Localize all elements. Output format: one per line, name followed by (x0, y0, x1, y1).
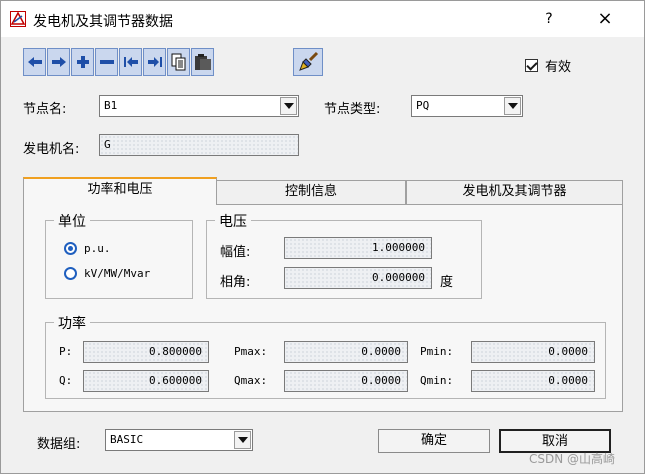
data-group-value: BASIC (110, 433, 144, 446)
node-type-label: 节点类型: (324, 102, 381, 117)
previous-record-button[interactable] (23, 48, 46, 76)
radio-selected-icon (64, 242, 77, 255)
power-group: 功率 P: 0.800000 Q: 0.600000 Pmax: 0.0000 … (45, 313, 606, 399)
unit-group-title: 单位 (54, 211, 90, 231)
node-name-select[interactable]: B1 (99, 95, 299, 117)
angle-input[interactable]: 0.000000 (284, 267, 432, 289)
next-record-button[interactable] (47, 48, 70, 76)
angle-unit-label: 度 (440, 275, 454, 290)
dialog-window: 发电机及其调节器数据 ? × 有效 节点名: B1 节点类型: PQ 发电机名:… (0, 0, 645, 474)
unit-pu-label: p.u. (84, 242, 111, 255)
generator-name-label: 发电机名: (23, 142, 80, 157)
checkbox-checked-icon (525, 59, 538, 72)
tab-generator-regulator[interactable]: 发电机及其调节器 (406, 180, 623, 204)
p-input[interactable]: 0.800000 (83, 341, 209, 363)
unit-pu-radio[interactable]: p.u. (64, 242, 111, 255)
voltage-group: 电压 幅值: 1.000000 相角: 0.000000 度 (206, 211, 482, 299)
p-label: P: (59, 345, 73, 358)
chevron-down-icon[interactable] (234, 431, 251, 449)
valid-checkbox[interactable]: 有效 (525, 56, 571, 75)
brush-icon (299, 51, 319, 71)
q-label: Q: (59, 374, 73, 387)
magnitude-input[interactable]: 1.000000 (284, 237, 432, 259)
valid-label: 有效 (545, 60, 572, 75)
node-type-value: PQ (416, 99, 430, 112)
voltage-group-title: 电压 (215, 211, 251, 231)
first-record-button[interactable] (119, 48, 142, 76)
window-title: 发电机及其调节器数据 (33, 14, 173, 30)
power-group-title: 功率 (54, 313, 90, 333)
watermark-text: CSDN @山高崎 (529, 452, 616, 466)
node-name-label: 节点名: (23, 102, 67, 117)
copy-record-button[interactable] (167, 48, 190, 76)
paste-icon (194, 54, 211, 70)
copy-icon (171, 53, 185, 71)
unit-group: 单位 p.u. kV/MW/Mvar (45, 211, 193, 299)
pmax-label: Pmax: (234, 345, 268, 358)
qmin-label: Qmin: (420, 374, 454, 387)
add-record-button[interactable] (71, 48, 94, 76)
q-input[interactable]: 0.600000 (83, 370, 209, 392)
ok-button[interactable]: 确定 (378, 429, 490, 453)
qmax-label: Qmax: (234, 374, 268, 387)
pmin-label: Pmin: (420, 345, 454, 358)
help-button[interactable]: ? (537, 7, 561, 31)
paste-record-button[interactable] (191, 48, 214, 76)
first-record-icon (123, 57, 138, 67)
title-bar: 发电机及其调节器数据 ? × (1, 1, 644, 37)
unit-kv-radio[interactable]: kV/MW/Mvar (64, 267, 150, 280)
chevron-down-icon[interactable] (504, 97, 521, 115)
tab-power-voltage[interactable]: 功率和电压 (23, 177, 217, 205)
delete-record-button[interactable] (95, 48, 118, 76)
close-button[interactable]: × (593, 7, 617, 31)
last-record-icon (147, 57, 162, 67)
pmin-input[interactable]: 0.0000 (471, 341, 595, 363)
last-record-button[interactable] (143, 48, 166, 76)
minus-icon (99, 60, 114, 64)
pmax-input[interactable]: 0.0000 (284, 341, 408, 363)
chevron-down-icon[interactable] (280, 97, 297, 115)
node-name-value: B1 (104, 99, 118, 112)
record-toolbar (23, 48, 215, 78)
clear-button[interactable] (293, 48, 323, 76)
tab-strip: 功率和电压 控制信息 发电机及其调节器 (23, 177, 623, 205)
data-group-select[interactable]: BASIC (105, 429, 253, 451)
arrow-right-icon (51, 57, 66, 67)
magnitude-label: 幅值: (220, 245, 251, 260)
qmax-input[interactable]: 0.0000 (284, 370, 408, 392)
tab-control-info[interactable]: 控制信息 (216, 180, 406, 204)
qmin-input[interactable]: 0.0000 (471, 370, 595, 392)
arrow-left-icon (27, 57, 42, 67)
node-type-select[interactable]: PQ (411, 95, 523, 117)
generator-name-input[interactable]: G (99, 134, 299, 156)
angle-label: 相角: (220, 275, 251, 290)
data-group-label: 数据组: (37, 437, 81, 452)
plus-icon (76, 56, 89, 68)
unit-kv-label: kV/MW/Mvar (84, 267, 151, 280)
tab-panel: 单位 p.u. kV/MW/Mvar 电压 幅值: 1.000000 相角: 0… (23, 204, 623, 412)
radio-unselected-icon (64, 267, 77, 280)
app-icon (10, 11, 26, 27)
